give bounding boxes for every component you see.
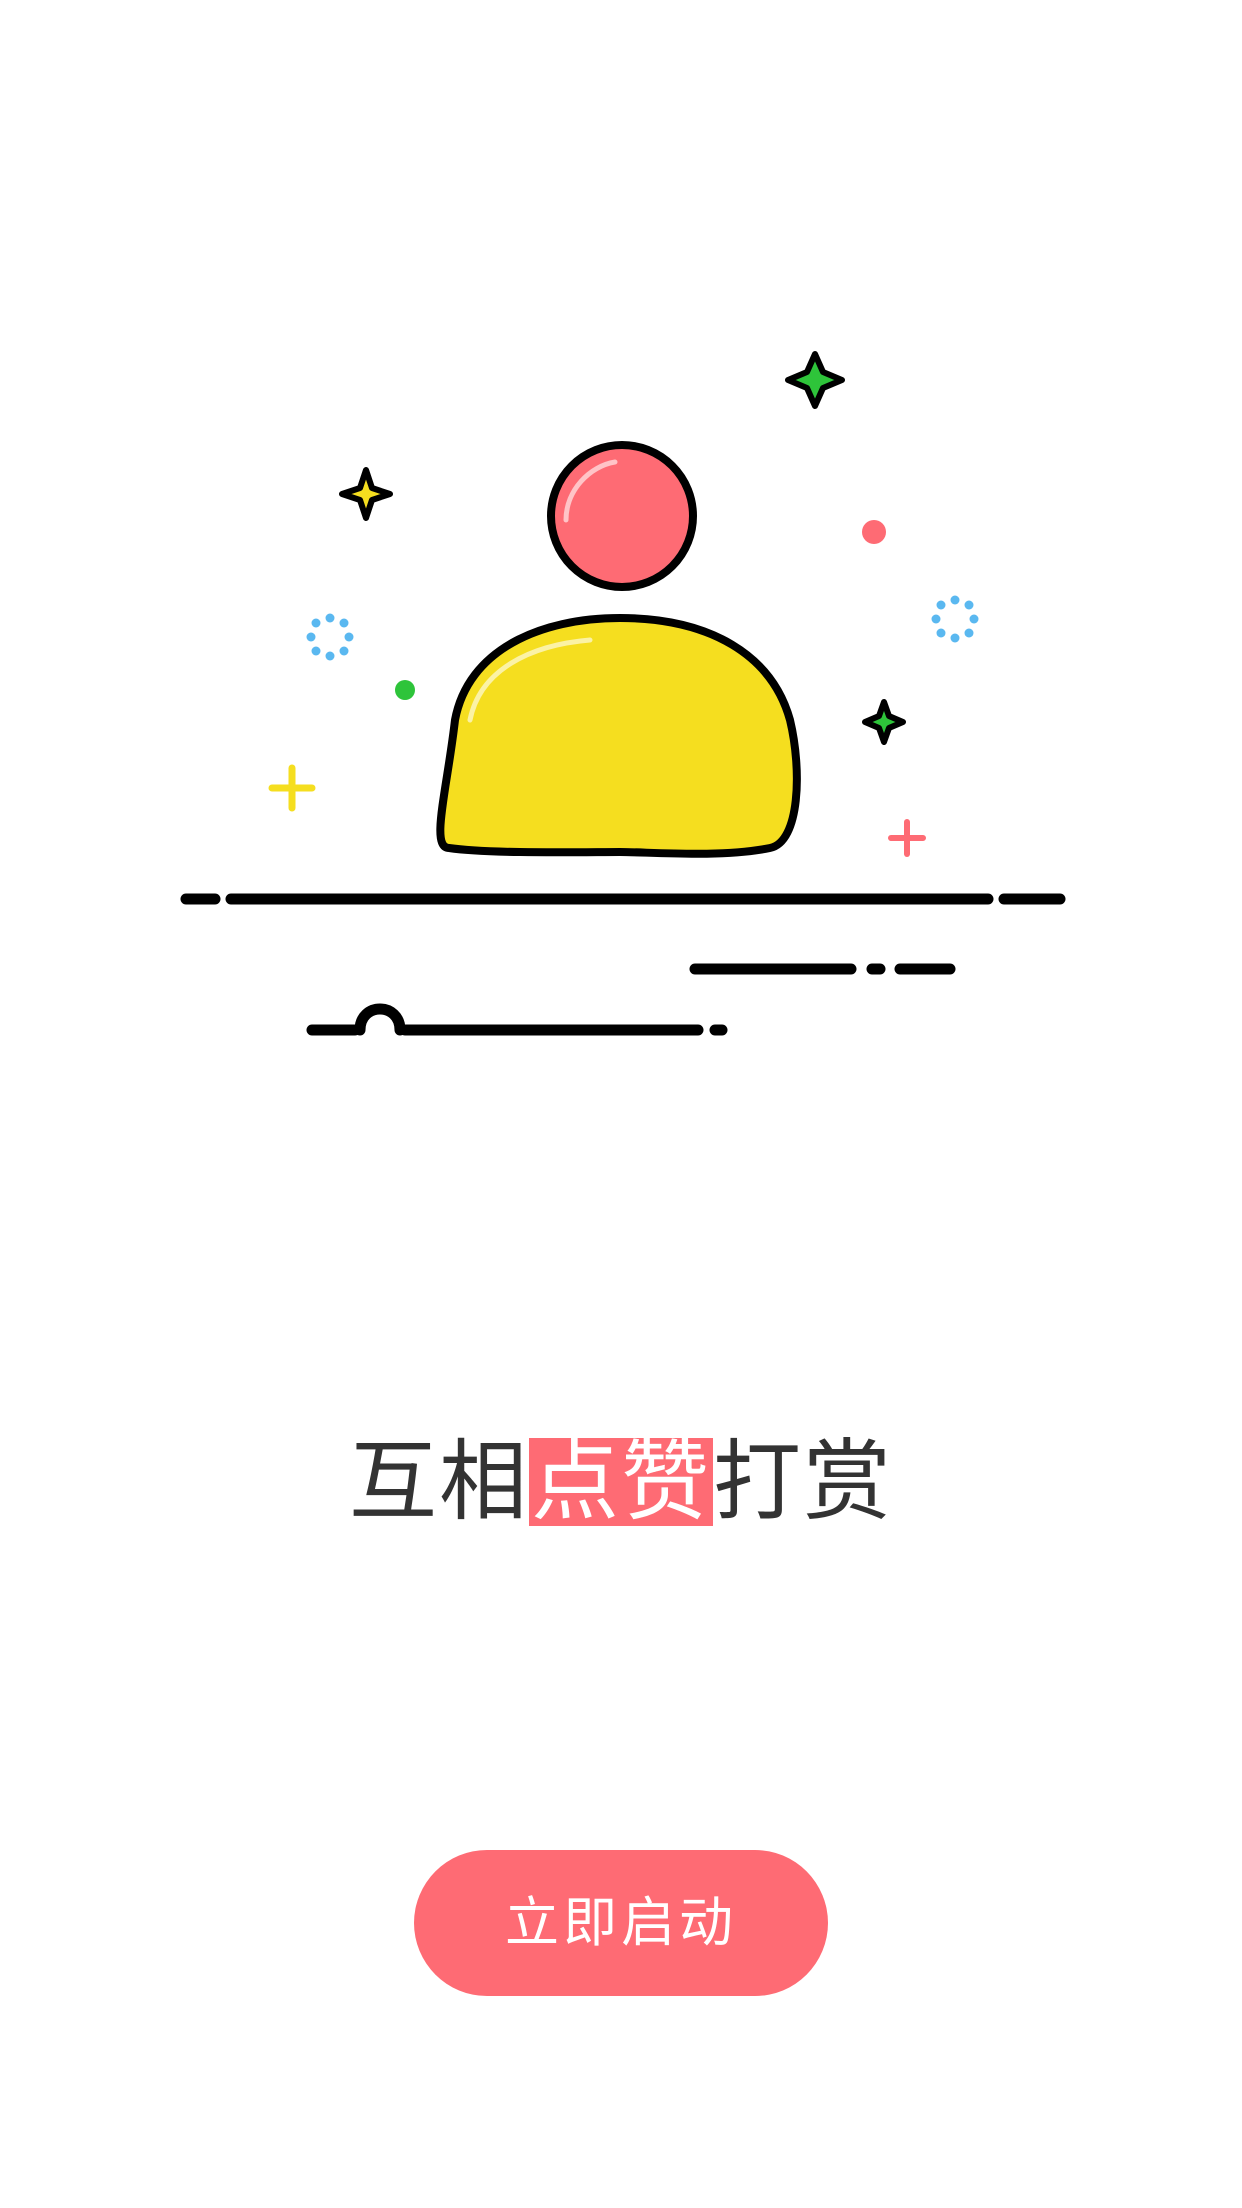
- user-head-shape: [547, 441, 697, 591]
- dot-icon: [862, 520, 886, 544]
- slogan-heading: 互相点赞打赏: [0, 1436, 1242, 1528]
- sparkle-star-icon: [785, 351, 845, 409]
- plus-icon: [268, 764, 316, 812]
- user-illustration: [180, 351, 1066, 1036]
- start-now-button[interactable]: 立即启动: [414, 1850, 828, 1996]
- slogan-part-2: 打赏: [713, 1430, 894, 1533]
- sparkle-star-icon: [339, 467, 393, 521]
- plus-icon: [888, 819, 926, 857]
- sparkle-star-icon: [862, 699, 906, 745]
- user-body-shape: [436, 614, 801, 858]
- snowflake-icon: [306, 613, 354, 661]
- slogan-highlight: 点赞: [528, 1430, 713, 1533]
- slogan-part-1: 互相: [348, 1430, 529, 1533]
- ground-lines: [180, 893, 1066, 1036]
- snowflake-icon: [931, 595, 979, 643]
- dot-icon: [395, 680, 415, 700]
